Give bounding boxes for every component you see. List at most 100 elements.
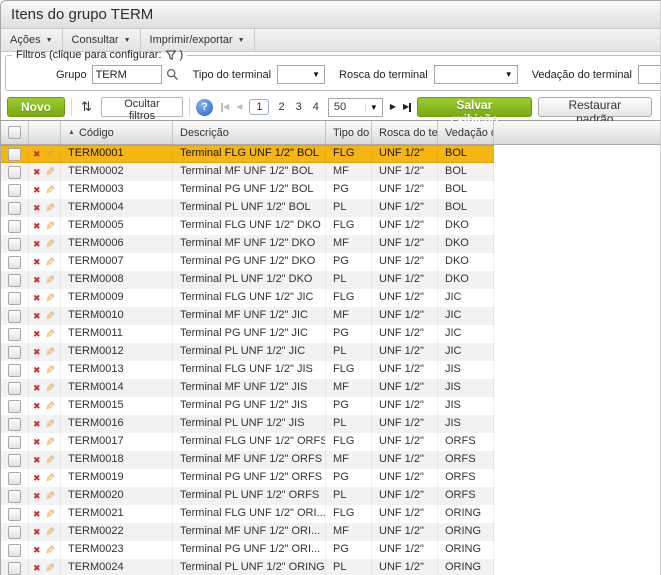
delete-icon[interactable]: ✖ [33,365,41,375]
delete-icon[interactable]: ✖ [33,275,41,285]
edit-icon[interactable]: ✎ [45,381,55,395]
edit-icon[interactable]: ✎ [45,543,55,557]
save-view-button[interactable]: Salvar exibição [417,97,532,126]
row-checkbox[interactable] [8,201,21,215]
row-checkbox[interactable] [8,183,21,197]
row-checkbox[interactable] [8,309,21,323]
delete-icon[interactable]: ✖ [33,455,41,465]
edit-icon[interactable]: ✎ [45,327,55,341]
delete-icon[interactable]: ✖ [33,221,41,231]
edit-icon[interactable]: ✎ [45,291,55,305]
edit-icon[interactable]: ✎ [45,345,55,359]
row-checkbox[interactable] [8,363,21,377]
table-row[interactable]: ✖ ✎ TERM0009 Terminal FLG UNF 1/2" JIC F… [1,289,494,307]
row-checkbox[interactable] [8,471,21,485]
edit-icon[interactable]: ✎ [45,237,55,251]
edit-icon[interactable]: ✎ [45,255,55,269]
table-row[interactable]: ✖ ✎ TERM0006 Terminal MF UNF 1/2" DKO MF… [1,235,494,253]
edit-icon[interactable]: ✎ [45,201,55,215]
delete-icon[interactable]: ✖ [33,185,41,195]
row-checkbox[interactable] [8,345,21,359]
menu-acoes[interactable]: Ações ▼ [1,29,63,51]
table-row[interactable]: ✖ ✎ TERM0018 Terminal MF UNF 1/2" ORFS M… [1,451,494,469]
pager-first-icon[interactable]: ◀ [221,102,229,112]
hide-filters-button[interactable]: Ocultar filtros [100,97,184,122]
tipo-terminal-select[interactable]: ▼ [277,65,326,84]
header-descricao[interactable]: Descrição [173,121,326,144]
table-row[interactable]: ✖ ✎ TERM0024 Terminal PL UNF 1/2" ORING … [1,559,494,575]
row-checkbox[interactable] [8,165,21,179]
table-row[interactable]: ✖ ✎ TERM0021 Terminal FLG UNF 1/2" ORI..… [1,505,494,523]
delete-icon[interactable]: ✖ [33,473,41,483]
table-row[interactable]: ✖ ✎ TERM0002 Terminal MF UNF 1/2" BOL MF… [1,163,494,181]
table-row[interactable]: ✖ ✎ TERM0005 Terminal FLG UNF 1/2" DKO F… [1,217,494,235]
table-row[interactable]: ✖ ✎ TERM0017 Terminal FLG UNF 1/2" ORFS … [1,433,494,451]
row-checkbox[interactable] [8,453,21,467]
delete-icon[interactable]: ✖ [33,509,41,519]
rosca-terminal-select[interactable]: ▼ [433,65,518,84]
delete-icon[interactable]: ✖ [33,239,41,249]
row-checkbox[interactable] [8,219,21,233]
menu-consultar[interactable]: Consultar ▼ [63,29,141,51]
filters-legend[interactable]: Filtros (clique para configurar: ) [12,49,187,61]
search-icon[interactable] [166,68,179,81]
table-row[interactable]: ✖ ✎ TERM0016 Terminal PL UNF 1/2" JIS PL… [1,415,494,433]
row-checkbox[interactable] [8,399,21,413]
edit-icon[interactable]: ✎ [45,399,55,413]
delete-icon[interactable]: ✖ [33,383,41,393]
page-size-select[interactable]: 50 ▼ [327,97,383,117]
edit-icon[interactable]: ✎ [45,435,55,449]
table-row[interactable]: ✖ ✎ TERM0001 Terminal FLG UNF 1/2" BOL F… [1,145,494,163]
edit-icon[interactable]: ✎ [45,471,55,485]
row-checkbox[interactable] [8,381,21,395]
table-row[interactable]: ✖ ✎ TERM0004 Terminal PL UNF 1/2" BOL PL… [1,199,494,217]
header-vedacao[interactable]: Vedação d [438,121,494,144]
edit-icon[interactable]: ✎ [45,219,55,233]
edit-icon[interactable]: ✎ [45,309,55,323]
select-all-checkbox[interactable] [8,126,21,139]
row-checkbox[interactable] [8,561,21,575]
refresh-icon[interactable]: ⇅ [78,99,95,115]
row-checkbox[interactable] [8,507,21,521]
edit-icon[interactable]: ✎ [45,561,55,575]
help-icon[interactable]: ? [196,98,214,116]
delete-icon[interactable]: ✖ [33,545,41,555]
delete-icon[interactable]: ✖ [33,437,41,447]
table-row[interactable]: ✖ ✎ TERM0007 Terminal PG UNF 1/2" DKO PG… [1,253,494,271]
restore-default-button[interactable]: Restaurar padrão [537,97,652,126]
delete-icon[interactable]: ✖ [33,149,41,159]
table-row[interactable]: ✖ ✎ TERM0015 Terminal PG UNF 1/2" JIS PG… [1,397,494,415]
edit-icon[interactable]: ✎ [45,489,55,503]
table-row[interactable]: ✖ ✎ TERM0019 Terminal PG UNF 1/2" ORFS P… [1,469,494,487]
row-checkbox[interactable] [8,435,21,449]
edit-icon[interactable]: ✎ [45,453,55,467]
row-checkbox[interactable] [8,147,21,161]
pager-last-icon[interactable]: ▶ [403,102,412,112]
table-row[interactable]: ✖ ✎ TERM0020 Terminal PL UNF 1/2" ORFS P… [1,487,494,505]
delete-icon[interactable]: ✖ [33,491,41,501]
row-checkbox[interactable] [8,525,21,539]
row-checkbox[interactable] [8,489,21,503]
row-checkbox[interactable] [8,417,21,431]
header-tipo[interactable]: Tipo do [326,121,372,144]
row-checkbox[interactable] [8,273,21,287]
edit-icon[interactable]: ✎ [45,165,55,179]
edit-icon[interactable]: ✎ [45,273,55,287]
row-checkbox[interactable] [8,327,21,341]
delete-icon[interactable]: ✖ [33,329,41,339]
table-row[interactable]: ✖ ✎ TERM0012 Terminal PL UNF 1/2" JIC PL… [1,343,494,361]
pager-page-4[interactable]: 4 [311,101,321,113]
table-row[interactable]: ✖ ✎ TERM0013 Terminal FLG UNF 1/2" JIS F… [1,361,494,379]
table-row[interactable]: ✖ ✎ TERM0014 Terminal MF UNF 1/2" JIS MF… [1,379,494,397]
delete-icon[interactable]: ✖ [33,311,41,321]
edit-icon[interactable]: ✎ [45,147,55,161]
edit-icon[interactable]: ✎ [45,363,55,377]
group-search-input[interactable] [91,65,162,84]
new-button[interactable]: Novo [7,97,65,117]
header-codigo[interactable]: ▲ Código [61,121,173,144]
table-row[interactable]: ✖ ✎ TERM0023 Terminal PG UNF 1/2" ORI...… [1,541,494,559]
row-checkbox[interactable] [8,291,21,305]
row-checkbox[interactable] [8,255,21,269]
delete-icon[interactable]: ✖ [33,419,41,429]
row-checkbox[interactable] [8,543,21,557]
